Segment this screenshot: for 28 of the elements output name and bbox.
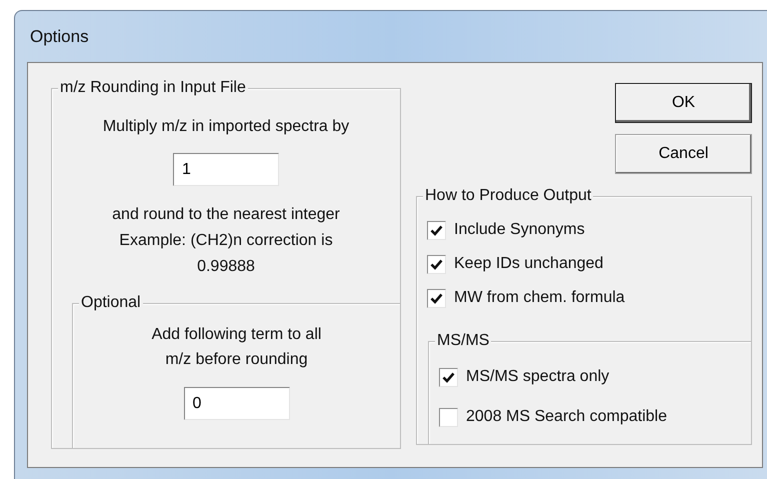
checkbox-label[interactable]: Keep IDs unchanged xyxy=(454,254,604,274)
checkbox[interactable] xyxy=(427,254,446,274)
group-title: m/z Rounding in Input File xyxy=(58,78,248,98)
note-text: 0.99888 xyxy=(196,257,256,277)
checkbox-label[interactable]: Include Synonyms xyxy=(454,220,585,240)
checkbox[interactable] xyxy=(427,288,446,308)
checkbox[interactable] xyxy=(427,220,446,240)
checkmark-icon xyxy=(442,370,455,384)
checkbox-label[interactable]: MW from chem. formula xyxy=(454,288,625,308)
window-title: Options xyxy=(30,26,89,46)
checkmark-icon xyxy=(430,224,443,236)
input-field[interactable]: 1 xyxy=(173,153,279,186)
dialog-button[interactable]: Cancel xyxy=(615,134,752,174)
note-text: and round to the nearest integer xyxy=(111,205,341,225)
checkbox[interactable] xyxy=(439,368,458,386)
dialog-button[interactable]: OK xyxy=(615,83,752,123)
instruction-text: Add following term to all xyxy=(150,325,322,345)
instruction-text: Multiply m/z in imported spectra by xyxy=(102,117,350,137)
group-title: Optional xyxy=(79,293,143,313)
input-field[interactable]: 0 xyxy=(184,387,290,420)
checkbox-label[interactable]: MS/MS spectra only xyxy=(466,367,610,387)
checkmark-icon xyxy=(430,258,443,270)
group-title: How to Produce Output xyxy=(423,186,594,206)
instruction-text: m/z before rounding xyxy=(164,350,309,370)
note-text: Example: (CH2)n correction is xyxy=(118,231,334,251)
checkbox[interactable] xyxy=(439,408,458,426)
checkbox-label[interactable]: 2008 MS Search compatible xyxy=(466,407,667,427)
checkmark-icon xyxy=(430,292,443,304)
